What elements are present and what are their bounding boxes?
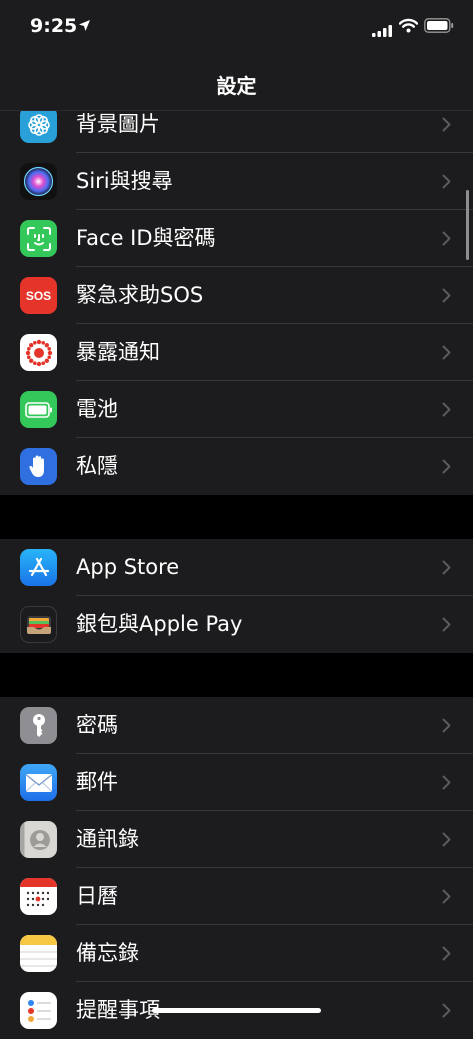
chevron-right-icon [442,925,451,982]
battery-icon [20,391,57,428]
status-time: 9:25 [30,15,78,37]
settings-row-label: 日曆 [76,884,118,908]
face-id-icon [20,220,57,257]
settings-group-store: App Store 銀包與Apple Pay [0,539,473,653]
navigation-bar: 9:25 設定 [0,0,473,111]
page-title: 設定 [216,74,257,98]
chevron-right-icon [442,210,451,267]
wallet-icon [20,606,57,643]
settings-row-face-id[interactable]: Face ID與密碼 [0,210,473,267]
group-spacer [0,495,473,539]
sos-icon-text: SOS [25,288,52,303]
battery-status-icon [424,18,454,37]
settings-group-apps: 密碼 郵件 通訊錄 日曆 備忘錄 提醒事項 [0,697,473,1039]
settings-row-label: 緊急求助SOS [76,283,204,307]
chevron-right-icon [442,596,451,653]
contacts-icon [20,821,57,858]
sos-icon: SOS [20,277,57,314]
chevron-right-icon [442,267,451,324]
chevron-right-icon [442,811,451,868]
key-icon [20,707,57,744]
chevron-right-icon [442,754,451,811]
settings-row-label: Face ID與密碼 [76,226,216,250]
settings-group-system: 背景圖片 Siri與搜尋 Face ID與密碼 SOS 緊急求助SOS 暴露通知… [0,96,473,495]
settings-row-siri[interactable]: Siri與搜尋 [0,153,473,210]
chevron-right-icon [442,381,451,438]
mail-icon [20,764,57,801]
settings-row-mail[interactable]: 郵件 [0,754,473,811]
settings-row-passwords[interactable]: 密碼 [0,697,473,754]
settings-row-label: 私隱 [76,454,118,478]
app-store-icon [20,549,57,586]
notes-icon [20,935,57,972]
chevron-right-icon [442,438,451,495]
settings-row-battery[interactable]: 電池 [0,381,473,438]
chevron-right-icon [442,697,451,754]
status-bar: 9:25 [0,0,473,56]
settings-list: 背景圖片 Siri與搜尋 Face ID與密碼 SOS 緊急求助SOS 暴露通知… [0,96,473,1039]
chevron-right-icon [442,539,451,596]
settings-row-label: 銀包與Apple Pay [76,612,243,636]
privacy-hand-icon [20,448,57,485]
settings-row-label: Siri與搜尋 [76,169,173,193]
settings-row-emergency-sos[interactable]: SOS 緊急求助SOS [0,267,473,324]
siri-icon [20,163,57,200]
chevron-right-icon [442,982,451,1039]
reminders-icon [20,992,57,1029]
wifi-icon [398,18,419,37]
settings-row-label: 備忘錄 [76,941,139,965]
settings-row-wallet[interactable]: 銀包與Apple Pay [0,596,473,653]
settings-row-notes[interactable]: 備忘錄 [0,925,473,982]
settings-row-app-store[interactable]: App Store [0,539,473,596]
settings-row-contacts[interactable]: 通訊錄 [0,811,473,868]
calendar-icon [20,878,57,915]
settings-row-label: 密碼 [76,713,118,737]
group-spacer [0,653,473,697]
wallpaper-icon [20,106,57,143]
settings-row-label: 電池 [76,397,118,421]
settings-row-calendar[interactable]: 日曆 [0,868,473,925]
scroll-indicator[interactable] [466,190,469,260]
chevron-right-icon [442,868,451,925]
settings-row-exposure-notifications[interactable]: 暴露通知 [0,324,473,381]
exposure-notification-icon [20,334,57,371]
settings-row-label: 郵件 [76,770,118,794]
home-indicator[interactable] [152,1008,321,1013]
settings-row-label: 暴露通知 [76,340,160,364]
settings-row-label: 提醒事項 [76,998,160,1022]
chevron-right-icon [442,153,451,210]
settings-row-privacy[interactable]: 私隱 [0,438,473,495]
settings-row-label: App Store [76,555,180,579]
chevron-right-icon [442,324,451,381]
cellular-signal-icon [372,22,392,41]
settings-row-label: 通訊錄 [76,827,139,851]
location-arrow-icon [78,17,91,36]
